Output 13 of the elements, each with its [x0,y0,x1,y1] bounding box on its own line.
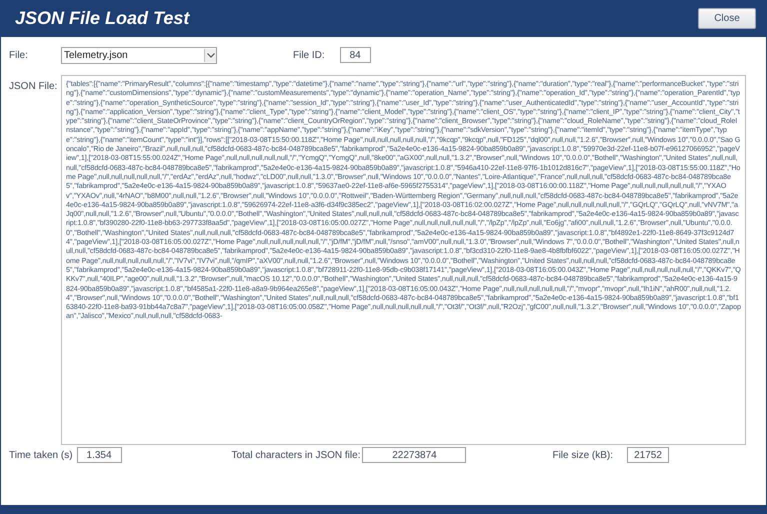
field-label: JSON File: [9,80,58,92]
total-characters-field[interactable]: 22273874 [362,447,466,463]
file-id-field[interactable]: 84 [340,47,371,63]
window-title: JSON File Load Test [15,8,190,29]
field-label: File size (kB): [552,450,614,460]
time-taken-field[interactable]: 1.354 [76,447,122,463]
field-label: File: [9,50,29,60]
field-label: File ID: [293,50,325,60]
file-size-field[interactable]: 21752 [627,447,670,463]
file-dropdown[interactable]: Telemetry.json [61,46,217,64]
field-label: Total characters in JSON file: [232,450,360,460]
close-button[interactable]: Close [698,8,756,29]
field-label: Time taken (s) [9,450,73,460]
